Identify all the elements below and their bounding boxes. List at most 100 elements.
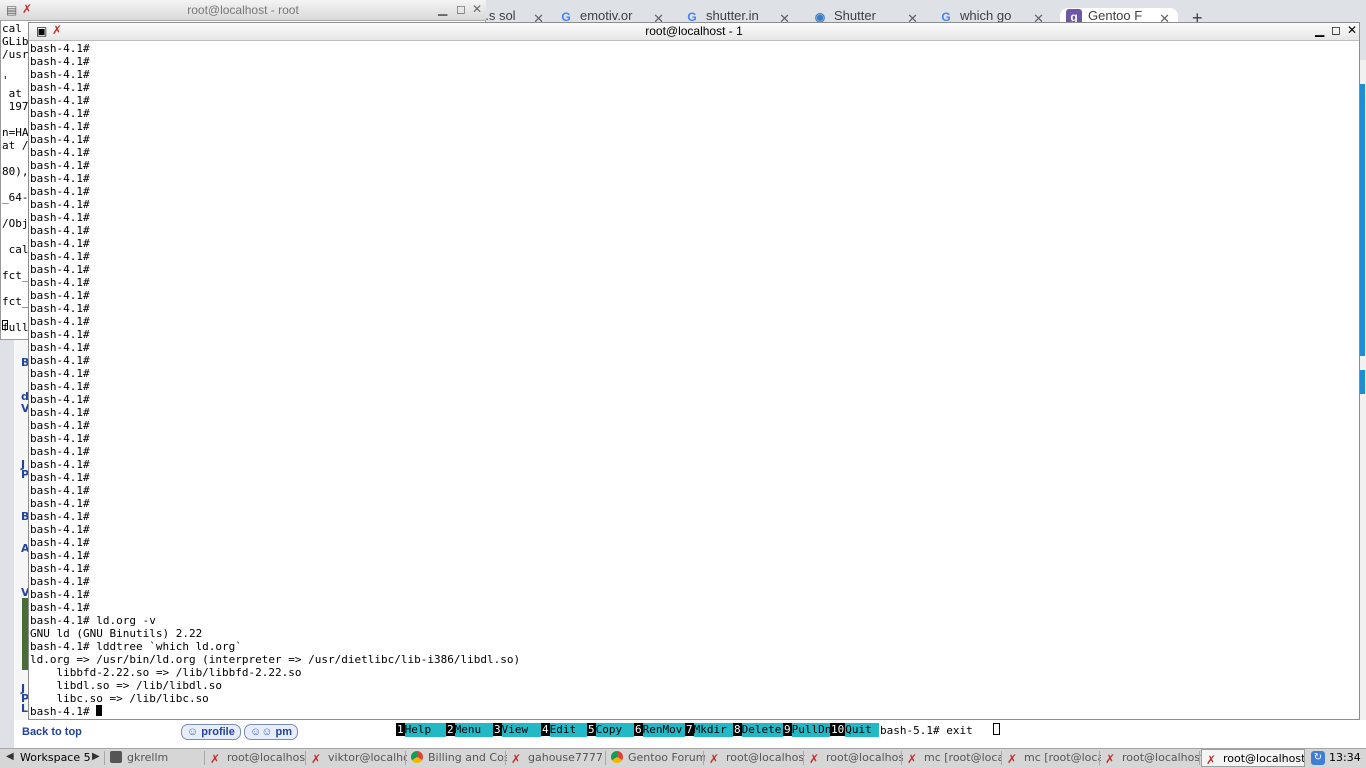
terminal-prompt: bash-4.1# [30,510,90,523]
taskbar-item-label: gahouse7777 [528,751,603,764]
mc-key-quit[interactable]: 10Quit [830,723,880,737]
taskbar-item-label: Billing and Cost [428,751,507,764]
taskbar-item[interactable]: ✗ root@localhost [1201,749,1305,767]
mc-command-text: bash-5.1# exit [880,724,973,737]
taskbar-item[interactable]: ✗ mc [root@local [1003,749,1101,767]
taskbar-item-label: Gentoo Forum [628,751,705,764]
maximize-icon[interactable]: ◻ [456,2,466,16]
close-icon[interactable]: ✕ [1347,23,1357,37]
terminal-prompt: bash-4.1# [30,250,90,263]
terminal-prompt: bash-4.1# [30,276,90,289]
taskbar-item[interactable]: Billing and Cost [407,749,507,767]
xterm-icon: ✗ [210,752,221,766]
pm-button[interactable]: ☺☺ pm [244,724,298,740]
xterm-icon: ✗ [1105,752,1116,766]
mc-key-number: 9 [783,723,792,736]
terminal-prompt: bash-4.1# [30,354,90,367]
next-workspace-icon[interactable]: ▶ [92,751,100,762]
xterm-icon: ✗ [311,752,322,766]
terminal-prompt: bash-4.1# [30,315,90,328]
xterm-back-line: GLib [2,35,28,48]
taskbar-item[interactable]: ✗ root@localhost [1101,749,1201,767]
mc-key-delete[interactable]: 8Delete [733,723,783,737]
xterm-back-line [2,61,28,74]
mc-function-key-bar: 1Help 2Menu 3View 4Edit 5Copy 6RenMov 7Mkdir 8D… [396,723,880,737]
terminal-prompt: bash-4.1# [30,107,90,120]
mc-key-number: 6 [634,723,643,736]
taskbar-item[interactable]: ✗ root@localhost [206,749,306,767]
mc-key-label: Delete [741,723,783,737]
maximize-icon[interactable]: ◻ [1331,23,1341,37]
taskbar-item[interactable]: Gentoo Forum [607,749,705,767]
profile-button[interactable]: ☺ profile [181,724,241,740]
terminal-output[interactable]: bash-4.1# bash-4.1# bash-4.1# bash-4.1# bash… [30,42,1350,720]
xterm-back-line: fct_ [2,295,28,308]
taskbar-item[interactable]: ✗ gahouse7777 [507,749,605,767]
taskbar-item-label: root@localhost [726,751,805,764]
terminal-prompt-line[interactable]: bash-4.1# [30,705,1350,718]
workspace-switcher[interactable]: Workspace 5 [20,749,91,767]
terminal-prompt: bash-4.1# [30,302,90,315]
taskbar-separator [803,751,804,765]
mc-key-menu[interactable]: 2Menu [446,723,493,737]
xterm-back-line [2,152,28,165]
xterm-back-titlebar[interactable]: ▤ ✗ root@localhost - root ▁ ◻ ✕ [0,0,486,21]
taskbar-item[interactable]: ✗ root@localhost [705,749,805,767]
users-icon: ☺☺ [250,726,273,738]
mc-key-pulldn[interactable]: 9PullDn [783,723,831,737]
xterm-back-line: fct_ [2,269,28,282]
minimize-icon[interactable]: ▁ [438,2,447,16]
terminal-prompt: bash-4.1# [30,419,90,432]
xterm-icon: ✗ [709,752,720,766]
prev-workspace-icon[interactable]: ◀ [6,751,14,762]
taskbar-item[interactable]: ✗ mc [root@local [903,749,1001,767]
tab-label: Shutter [834,8,876,23]
close-icon[interactable]: ✕ [472,2,482,16]
mc-key-view[interactable]: 3View [493,723,541,737]
terminal-line: libbfd-2.22.so => /lib/libbfd-2.22.so [30,666,302,679]
mc-key-label: View [501,723,541,737]
xterm-back-line: /Obj [2,217,28,230]
taskbar-item[interactable]: ✗ viktor@localho [307,749,407,767]
gkrellm-icon [110,751,122,763]
taskbar-separator [1001,751,1002,765]
mc-command-line[interactable]: bash-5.1# exit [880,723,1140,737]
xterm-icon: ✗ [1007,752,1018,766]
terminal-prompt: bash-4.1# [30,289,90,302]
mc-key-label: Help [404,723,446,737]
xterm-back-line [2,256,28,269]
mc-key-copy[interactable]: 5Copy [587,723,634,737]
xterm-back-line [2,113,28,126]
taskbar-item[interactable]: gkrellm [106,749,204,767]
mc-key-mkdir[interactable]: 7Mkdir [685,723,733,737]
tab-label: which go [960,8,1012,23]
terminal-prompt: bash-4.1# [30,562,90,575]
xterm-back-output: cal GLib/usr ' at 197 n=HA at /80), _64-/Obj … [2,22,28,338]
terminal-prompt: bash-4.1# [30,42,90,55]
mc-key-edit[interactable]: 4Edit [541,723,587,737]
xterm-back-line: /usr [2,48,28,61]
xterm-back-line: 80), [2,165,28,178]
terminal-prompt: bash-4.1# [30,185,90,198]
minimize-icon[interactable]: ▁ [1315,23,1324,37]
taskbar-separator [104,751,105,765]
terminal-prompt: bash-4.1# [30,55,90,68]
mc-key-label: Menu [454,723,493,737]
profile-label: profile [201,726,235,738]
mc-key-help[interactable]: 1Help [396,723,446,737]
xterm-icon: ✗ [809,752,820,766]
terminal-prompt: bash-4.1# [30,133,90,146]
taskbar-item[interactable]: ✗ root@localhost [805,749,903,767]
xterm-back-line [2,178,28,191]
profile-icon: ☺ [187,726,199,738]
network-icon[interactable]: ↻ [1311,751,1325,765]
mc-key-label: Edit [549,723,587,737]
pm-label: pm [275,726,292,738]
xterm-front-titlebar[interactable]: ▣ ✗ root@localhost - 1 ▁ ◻ ✕ [29,23,1359,41]
mc-key-renmov[interactable]: 6RenMov [634,723,685,737]
xterm-back-line [2,282,28,295]
xterm-back-line: n=HA [2,126,28,139]
terminal-prompt: bash-4.1# [30,471,90,484]
back-to-top-link[interactable]: Back to top [22,726,82,738]
terminal-prompt: bash-4.1# [30,367,90,380]
